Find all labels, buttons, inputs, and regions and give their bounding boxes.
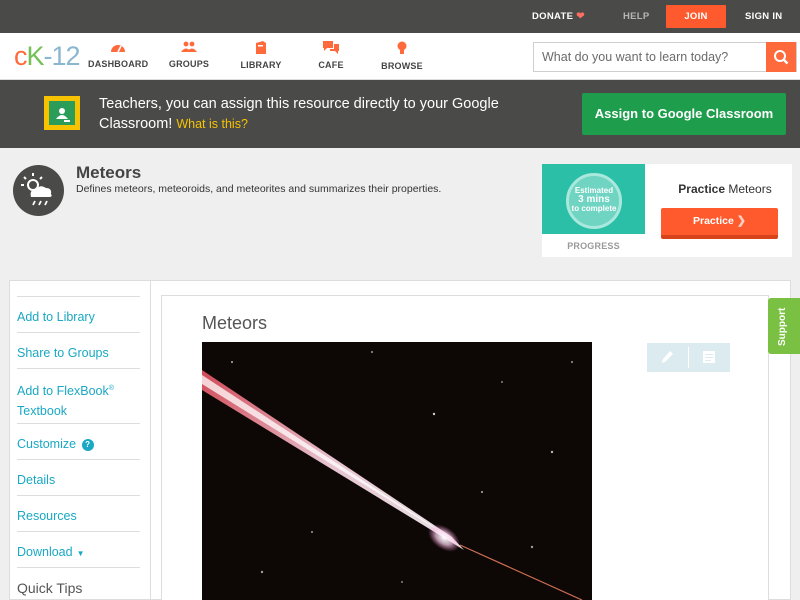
nav-cafe[interactable]: CAFE: [311, 41, 351, 70]
practice-button[interactable]: Practice ❯: [661, 208, 778, 239]
pencil-icon: [662, 351, 673, 363]
annotate-button[interactable]: [659, 349, 675, 370]
search-button[interactable]: [766, 42, 796, 72]
search-icon: [774, 50, 789, 65]
nav-label: DASHBOARD: [88, 59, 149, 69]
nav-library[interactable]: LIBRARY: [236, 41, 286, 70]
chevron-right-icon: ❯: [736, 215, 746, 227]
nav-dashboard[interactable]: DASHBOARD: [88, 41, 148, 69]
notes-button[interactable]: [701, 349, 717, 370]
article-toolbar: [647, 343, 730, 372]
banner-text: Teachers, you can assign this resource d…: [99, 96, 499, 132]
add-to-flexbook-link[interactable]: Add to FlexBook® Textbook: [17, 368, 140, 424]
practice-card: Estimated 3 mins to complete PROGRESS Pr…: [542, 164, 792, 257]
weather-icon: [13, 165, 64, 216]
practice-title: Practice Meteors: [678, 182, 772, 196]
concept-title: Meteors: [76, 163, 142, 182]
share-to-groups-link[interactable]: Share to Groups: [17, 332, 140, 369]
help-icon[interactable]: ?: [81, 439, 94, 451]
nav-groups[interactable]: GROUPS: [164, 41, 214, 69]
what-is-this-link[interactable]: What is this?: [176, 117, 248, 131]
progress-label: PROGRESS: [567, 241, 620, 251]
left-sidebar: Add to Library Share to Groups Add to Fl…: [9, 280, 150, 600]
meteor-image: [202, 342, 592, 600]
search-box: [533, 42, 797, 72]
details-link[interactable]: Details: [17, 459, 140, 496]
nav-bar: cK-12 DASHBOARD GROUPS LIBRARY CAFE BROW…: [0, 33, 800, 80]
search-input[interactable]: [534, 43, 768, 71]
support-tab[interactable]: Support: [768, 298, 800, 354]
customize-link[interactable]: Customize ?: [17, 423, 140, 460]
article-title: Meteors: [202, 313, 268, 333]
toolbar-divider: [688, 347, 689, 368]
sign-in-link[interactable]: SIGN IN: [745, 0, 782, 33]
help-link[interactable]: HELP: [623, 0, 650, 33]
progress-image: Estimated 3 mins to complete: [542, 164, 645, 234]
caret-down-icon: ▼: [76, 549, 85, 558]
heart-icon: ❤: [576, 11, 585, 22]
top-bar: DONATE ❤ HELP JOIN SIGN IN: [0, 0, 800, 33]
nav-label: GROUPS: [168, 59, 210, 69]
notes-icon: [703, 351, 715, 363]
nav-label: LIBRARY: [240, 60, 282, 70]
cafe-icon: [323, 41, 339, 54]
groups-icon: [181, 41, 197, 52]
concept-description: Defines meteors, meteoroids, and meteori…: [76, 183, 442, 195]
time-estimate-badge: Estimated 3 mins to complete: [566, 173, 622, 229]
nav-browse[interactable]: BROWSE: [380, 41, 424, 71]
google-classroom-icon: [44, 96, 80, 130]
quick-tips-heading[interactable]: Quick Tips: [17, 567, 140, 600]
donate-link[interactable]: DONATE ❤: [532, 0, 585, 33]
nav-label: BROWSE: [381, 61, 423, 71]
ck12-logo[interactable]: cK-12: [14, 42, 81, 70]
library-icon: [256, 41, 266, 54]
browse-icon: [397, 41, 407, 54]
dashboard-icon: [111, 45, 125, 53]
download-dropdown[interactable]: Download ▼: [17, 531, 140, 568]
resources-link[interactable]: Resources: [17, 495, 140, 532]
add-to-library-link[interactable]: Add to Library: [17, 296, 140, 333]
assign-google-classroom-button[interactable]: Assign to Google Classroom: [582, 93, 786, 135]
nav-label: CAFE: [318, 60, 344, 70]
join-button[interactable]: JOIN: [666, 5, 726, 28]
